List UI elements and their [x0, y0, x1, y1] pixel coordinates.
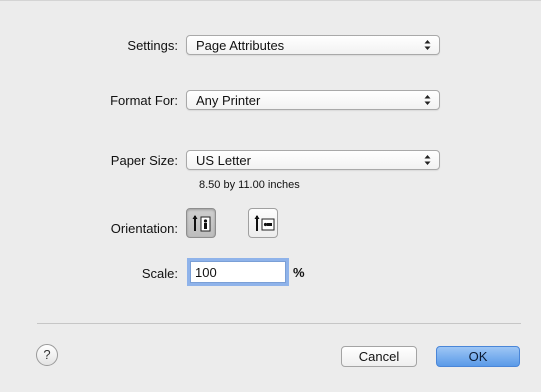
- ok-button[interactable]: OK: [436, 346, 520, 367]
- format-for-label: Format For:: [110, 93, 178, 108]
- paper-size-value: US Letter: [196, 153, 251, 168]
- orientation-portrait-button[interactable]: [186, 208, 216, 238]
- scale-unit: %: [293, 265, 305, 280]
- orientation-label: Orientation:: [110, 221, 178, 236]
- help-button[interactable]: ?: [36, 344, 58, 366]
- orientation-landscape-button[interactable]: [248, 208, 278, 238]
- page-setup-dialog: Settings: Page Attributes Format For: An…: [0, 0, 541, 392]
- divider: [37, 323, 521, 324]
- settings-value: Page Attributes: [196, 38, 285, 53]
- cancel-button[interactable]: Cancel: [341, 346, 417, 367]
- paper-dimensions: 8.50 by 11.00 inches: [199, 179, 300, 191]
- format-for-popup[interactable]: Any Printer: [186, 90, 440, 110]
- popup-arrows-icon: [424, 95, 431, 105]
- settings-label: Settings:: [127, 38, 178, 53]
- scale-label: Scale:: [141, 266, 178, 281]
- paper-size-label: Paper Size:: [110, 153, 178, 168]
- scale-input[interactable]: [190, 261, 286, 283]
- landscape-icon: [254, 215, 275, 231]
- format-for-value: Any Printer: [196, 93, 261, 108]
- portrait-icon: [192, 215, 211, 232]
- popup-arrows-icon: [424, 40, 431, 50]
- paper-size-popup[interactable]: US Letter: [186, 150, 440, 170]
- popup-arrows-icon: [424, 155, 431, 165]
- settings-popup[interactable]: Page Attributes: [186, 35, 440, 55]
